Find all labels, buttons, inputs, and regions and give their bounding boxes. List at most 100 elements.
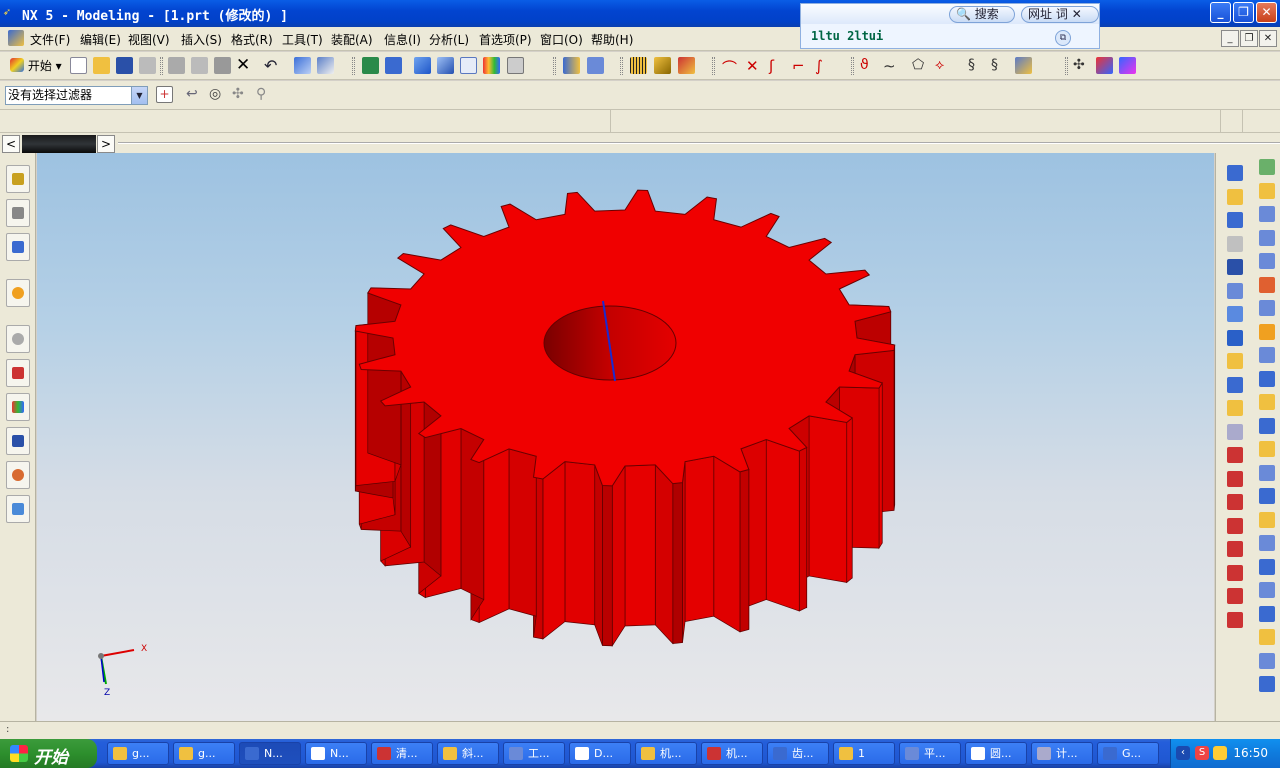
analysis-icon[interactable] bbox=[678, 57, 695, 74]
feature-tool-icon[interactable] bbox=[1227, 376, 1243, 393]
surface-tool-icon[interactable] bbox=[1259, 511, 1275, 528]
transform-icon[interactable]: ✣ bbox=[1073, 57, 1090, 74]
ime-search-button[interactable]: 🔍 搜索 bbox=[949, 6, 1015, 23]
minimize-button[interactable]: _ bbox=[1210, 2, 1231, 23]
undo-icon[interactable]: ↶ bbox=[264, 57, 281, 74]
surface-tool-icon[interactable] bbox=[1259, 394, 1275, 410]
surface-tool-icon[interactable] bbox=[1259, 370, 1275, 387]
surface-tool-icon[interactable] bbox=[1259, 253, 1275, 269]
feature-tool-icon[interactable] bbox=[1227, 400, 1243, 416]
feature-tool-icon[interactable] bbox=[1227, 517, 1243, 534]
taskbar-task-button[interactable]: 计... bbox=[1031, 742, 1093, 765]
copy-icon[interactable] bbox=[191, 57, 208, 74]
eraser-icon[interactable]: ◎ bbox=[209, 86, 226, 103]
snap-point-icon[interactable]: + bbox=[156, 86, 173, 103]
menu-window[interactable]: 窗口(O) bbox=[540, 31, 583, 48]
feature-tool-icon[interactable] bbox=[1227, 282, 1243, 299]
start-button[interactable]: 开始 bbox=[0, 739, 97, 768]
tray-expand-icon[interactable]: ‹ bbox=[1176, 746, 1190, 760]
delete-icon[interactable]: ✕ bbox=[236, 57, 253, 74]
edit-object-icon[interactable] bbox=[1096, 57, 1113, 74]
part-navigator-tab[interactable] bbox=[6, 233, 30, 261]
fit-icon[interactable] bbox=[385, 57, 402, 74]
measure-distance-icon[interactable] bbox=[630, 57, 647, 74]
menu-assembly[interactable]: 装配(A) bbox=[331, 31, 373, 48]
feature-tool-icon[interactable] bbox=[1227, 259, 1243, 275]
gear-model[interactable] bbox=[37, 153, 1214, 721]
feature-tool-icon[interactable] bbox=[1227, 447, 1243, 463]
feature-tool-icon[interactable] bbox=[1227, 541, 1243, 557]
view-orient-icon[interactable] bbox=[507, 57, 524, 74]
constraint-navigator-tab[interactable] bbox=[6, 199, 30, 227]
studio-icon[interactable] bbox=[483, 57, 500, 74]
taskbar-task-button[interactable]: g... bbox=[173, 742, 235, 765]
print-icon[interactable] bbox=[139, 57, 156, 74]
extend-icon[interactable]: § bbox=[991, 57, 1008, 74]
type-filter-select[interactable]: 没有选择过滤器 ▼ bbox=[5, 86, 148, 105]
menu-analysis[interactable]: 分析(L) bbox=[429, 31, 469, 48]
menu-format[interactable]: 格式(R) bbox=[231, 31, 273, 48]
wave-icon[interactable]: ∼ bbox=[883, 57, 900, 75]
doc-restore-button[interactable]: ❐ bbox=[1240, 30, 1258, 47]
trim-icon[interactable]: § bbox=[968, 57, 985, 74]
cut-icon[interactable] bbox=[168, 57, 185, 74]
shaded-edges-icon[interactable] bbox=[437, 57, 454, 74]
process-studio-tab[interactable] bbox=[6, 427, 30, 455]
surface-tool-icon[interactable] bbox=[1259, 159, 1275, 175]
network-icon[interactable] bbox=[1213, 746, 1227, 760]
surface-tool-icon[interactable] bbox=[1259, 206, 1275, 222]
history-tab[interactable] bbox=[6, 325, 30, 353]
taskbar-task-button[interactable]: 工... bbox=[503, 742, 565, 765]
bridge-curve-icon[interactable]: ʃ bbox=[769, 57, 786, 75]
project-icon[interactable] bbox=[1015, 57, 1032, 74]
surface-tool-icon[interactable] bbox=[1259, 605, 1275, 622]
point-icon[interactable]: ⟡ bbox=[935, 57, 952, 74]
taskbar-task-button[interactable]: N... bbox=[239, 742, 301, 765]
feature-tool-icon[interactable] bbox=[1227, 329, 1243, 346]
section-icon[interactable] bbox=[563, 57, 580, 74]
chevron-down-icon[interactable]: ▼ bbox=[131, 87, 147, 104]
ime-copy-icon[interactable]: ⧉ bbox=[1055, 30, 1071, 46]
nx-menu-logo-icon[interactable] bbox=[8, 30, 24, 46]
surface-tool-icon[interactable] bbox=[1259, 558, 1275, 575]
restore-button[interactable]: ❐ bbox=[1233, 2, 1254, 23]
doc-close-button[interactable]: ✕ bbox=[1259, 30, 1277, 47]
menu-file[interactable]: 文件(F) bbox=[30, 31, 70, 48]
refresh-icon[interactable] bbox=[362, 57, 379, 74]
menu-preferences[interactable]: 首选项(P) bbox=[479, 31, 532, 48]
scroll-left-button[interactable]: < bbox=[2, 135, 20, 153]
surface-tool-icon[interactable] bbox=[1259, 464, 1275, 481]
back-icon[interactable]: ↩ bbox=[186, 86, 203, 103]
select-icon[interactable] bbox=[294, 57, 311, 74]
cursor-icon[interactable]: ⚲ bbox=[256, 86, 273, 103]
ime-close-icon[interactable]: ✕ bbox=[1072, 7, 1082, 21]
feature-tool-icon[interactable] bbox=[1227, 494, 1243, 510]
surface-tool-icon[interactable] bbox=[1259, 300, 1275, 316]
start-menu-button[interactable]: 开始 ▾ bbox=[10, 57, 62, 74]
scroll-right-button[interactable]: > bbox=[97, 135, 115, 153]
feature-tool-icon[interactable] bbox=[1227, 212, 1243, 228]
feature-tool-icon[interactable] bbox=[1227, 306, 1243, 322]
taskbar-task-button[interactable]: 平... bbox=[899, 742, 961, 765]
surface-tool-icon[interactable] bbox=[1259, 276, 1275, 293]
curve-icon[interactable]: ⌒ bbox=[722, 57, 739, 77]
surface-tool-icon[interactable] bbox=[1259, 229, 1275, 246]
doc-minimize-button[interactable]: _ bbox=[1221, 30, 1239, 47]
feature-tool-icon[interactable] bbox=[1227, 588, 1243, 604]
menu-edit[interactable]: 编辑(E) bbox=[80, 31, 121, 48]
feature-tool-icon[interactable] bbox=[1227, 564, 1243, 581]
spline-icon[interactable]: ϑ bbox=[860, 57, 877, 74]
surface-tool-icon[interactable] bbox=[1259, 417, 1275, 434]
ime-url-button[interactable]: 网址 词 ✕ bbox=[1021, 6, 1099, 23]
palette-tab[interactable] bbox=[6, 393, 30, 421]
taskbar-task-button[interactable]: 圆... bbox=[965, 742, 1027, 765]
graphics-viewport[interactable]: X Z bbox=[37, 153, 1214, 721]
assembly-navigator-tab[interactable] bbox=[6, 165, 30, 193]
menu-information[interactable]: 信息(I) bbox=[384, 31, 421, 48]
surface-tool-icon[interactable] bbox=[1259, 441, 1275, 457]
wireframe-icon[interactable] bbox=[460, 57, 477, 74]
taskbar-task-button[interactable]: g... bbox=[107, 742, 169, 765]
taskbar-task-button[interactable]: 清... bbox=[371, 742, 433, 765]
shaded-icon[interactable] bbox=[414, 57, 431, 74]
surface-tool-icon[interactable] bbox=[1259, 488, 1275, 504]
